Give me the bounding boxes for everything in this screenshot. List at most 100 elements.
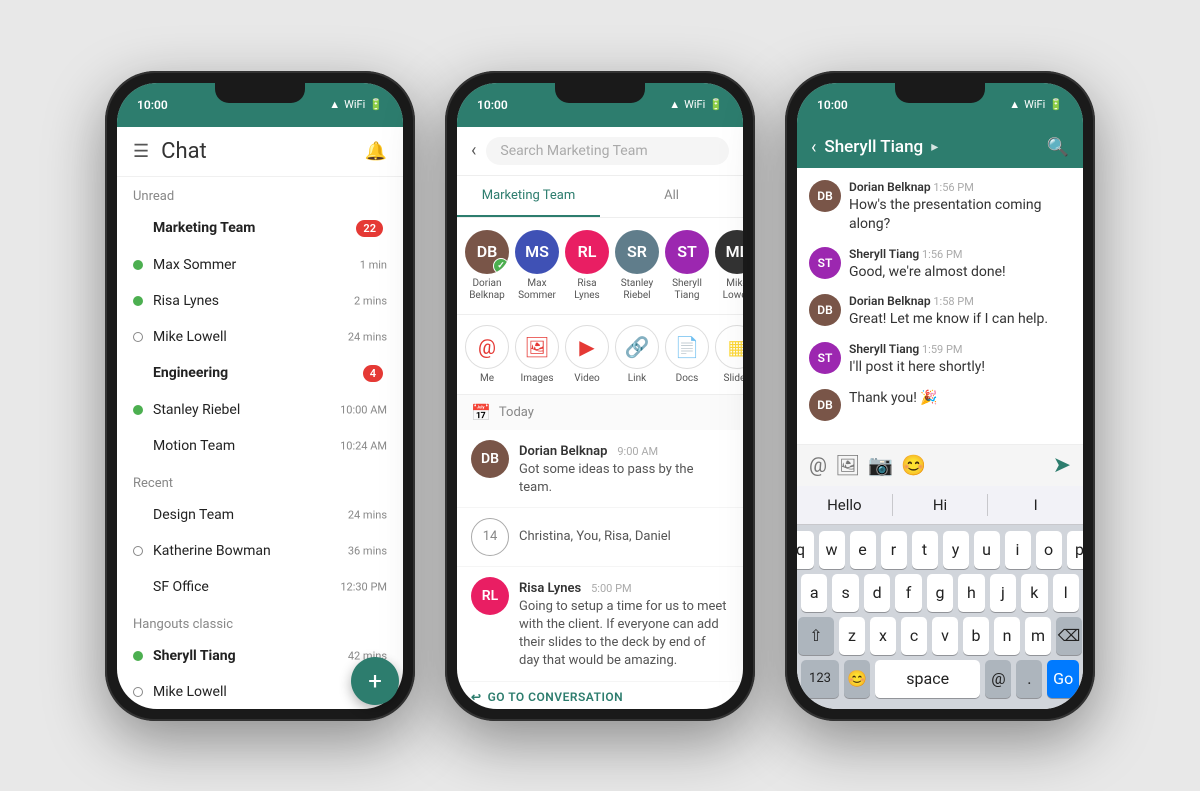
- list-item[interactable]: Max Sommer 1 min: [117, 247, 403, 283]
- back-icon[interactable]: ‹: [811, 137, 816, 158]
- key-k[interactable]: k: [1021, 574, 1047, 612]
- delete-key[interactable]: ⌫: [1056, 617, 1082, 655]
- avatar-item[interactable]: ML MikeLowell: [715, 230, 743, 302]
- filter-link[interactable]: 🔗 Link: [615, 325, 659, 384]
- message-sender: Dorian Belknap: [849, 294, 931, 308]
- go-key[interactable]: Go: [1047, 660, 1079, 698]
- filter-circle: 📄: [665, 325, 709, 369]
- list-item[interactable]: Engineering 4: [117, 355, 403, 392]
- phone-2-screen: 10:00 ▲WiFi🔋 ‹ Search Marketing Team Mar…: [457, 83, 743, 709]
- key-q[interactable]: q: [797, 531, 814, 569]
- key-v[interactable]: v: [932, 617, 958, 655]
- message-sender: Sheryll Tiang: [849, 247, 919, 261]
- key-u[interactable]: u: [974, 531, 1000, 569]
- filter-images[interactable]: 🖼 Images: [515, 325, 559, 384]
- key-s[interactable]: s: [832, 574, 858, 612]
- shift-key[interactable]: ⇧: [798, 617, 834, 655]
- message-time: 1:58 PM: [933, 295, 973, 308]
- key-t[interactable]: t: [912, 531, 938, 569]
- tab-marketing-team[interactable]: Marketing Team: [457, 176, 600, 217]
- search-result-item[interactable]: DB Dorian Belknap 9:00 AM Got some ideas…: [457, 430, 743, 508]
- list-item[interactable]: Mike Lowell 24 mins: [117, 319, 403, 355]
- chat-message: DB Dorian Belknap 1:58 PM Great! Let me …: [809, 294, 1071, 330]
- key-row-4: 123 😊 space @ . Go: [801, 660, 1079, 698]
- avatar-row: DB ✓ DorianBelknap MS MaxSommer RL RisaL…: [457, 218, 743, 315]
- image-icon[interactable]: 🖼: [835, 453, 860, 477]
- avatar-name: MaxSommer: [518, 278, 556, 302]
- back-icon[interactable]: ‹: [471, 140, 476, 161]
- key-c[interactable]: c: [901, 617, 927, 655]
- list-item[interactable]: SF Office 12:30 PM: [117, 569, 403, 605]
- space-key[interactable]: space: [875, 660, 980, 698]
- key-m[interactable]: m: [1025, 617, 1051, 655]
- message-text: Thank you! 🎉: [849, 389, 938, 409]
- key-r[interactable]: r: [881, 531, 907, 569]
- chat-list: Unread Marketing Team 22 Max Sommer 1: [117, 177, 403, 709]
- key-a[interactable]: a: [801, 574, 827, 612]
- page-title: Chat: [161, 139, 207, 164]
- send-button[interactable]: ➤: [1053, 453, 1071, 478]
- result-time: 9:00 AM: [617, 445, 658, 458]
- key-g[interactable]: g: [927, 574, 953, 612]
- filter-me[interactable]: @ Me: [465, 325, 509, 384]
- reaction-icon[interactable]: 😊: [901, 453, 926, 477]
- key-l[interactable]: l: [1053, 574, 1079, 612]
- avatar-name: RisaLynes: [574, 278, 599, 302]
- list-item[interactable]: Stanley Riebel 10:00 AM: [117, 392, 403, 428]
- search-input[interactable]: Search Marketing Team: [486, 137, 729, 165]
- new-chat-fab[interactable]: +: [351, 657, 399, 705]
- notification-bell-icon[interactable]: 🔔: [365, 141, 387, 162]
- key-b[interactable]: b: [963, 617, 989, 655]
- list-item[interactable]: Marketing Team 22: [117, 210, 403, 247]
- avatar-item[interactable]: SR StanleyRiebel: [615, 230, 659, 302]
- phones-container: 10:00 ▲ WiFi 🔋 ☰ Chat 🔔 Unread: [105, 71, 1095, 721]
- filter-circle: ▶: [565, 325, 609, 369]
- key-n[interactable]: n: [994, 617, 1020, 655]
- filter-video[interactable]: ▶ Video: [565, 325, 609, 384]
- avatar-circle: ST: [665, 230, 709, 274]
- hamburger-icon[interactable]: ☰: [133, 141, 149, 162]
- unread-badge: 22: [356, 220, 383, 237]
- period-key[interactable]: .: [1016, 660, 1042, 698]
- list-item[interactable]: Design Team 24 mins: [117, 497, 403, 533]
- go-to-conversation-button[interactable]: ↩ GO TO CONVERSATION: [457, 682, 743, 709]
- key-j[interactable]: j: [990, 574, 1016, 612]
- key-x[interactable]: x: [870, 617, 896, 655]
- key-w[interactable]: w: [819, 531, 845, 569]
- key-y[interactable]: y: [943, 531, 969, 569]
- chat-time: 10:24 AM: [340, 439, 387, 452]
- keyboard: Hello Hi I q w e r t y u i o p: [797, 486, 1083, 709]
- filter-icons-row: @ Me 🖼 Images ▶ Video 🔗 Link 📄 Docs: [457, 315, 743, 395]
- avatar-item[interactable]: RL RisaLynes: [565, 230, 609, 302]
- filter-circle: ▦: [715, 325, 743, 369]
- camera-icon[interactable]: 📷: [868, 453, 893, 477]
- avatar-item[interactable]: ST SheryllTiang: [665, 230, 709, 302]
- search-icon[interactable]: 🔍: [1047, 137, 1069, 158]
- filter-slides[interactable]: ▦ Slides: [715, 325, 743, 384]
- key-d[interactable]: d: [864, 574, 890, 612]
- at-key[interactable]: @: [985, 660, 1011, 698]
- key-f[interactable]: f: [895, 574, 921, 612]
- key-o[interactable]: o: [1036, 531, 1062, 569]
- emoji-key[interactable]: 😊: [844, 660, 870, 698]
- list-item[interactable]: Motion Team 10:24 AM: [117, 428, 403, 464]
- list-item[interactable]: Risa Lynes 2 mins: [117, 283, 403, 319]
- result-sender: Risa Lynes: [519, 581, 581, 596]
- suggestion-hello[interactable]: Hello: [797, 494, 893, 516]
- mention-icon[interactable]: @: [809, 453, 827, 477]
- filter-docs[interactable]: 📄 Docs: [665, 325, 709, 384]
- key-z[interactable]: z: [839, 617, 865, 655]
- suggestion-i[interactable]: I: [988, 494, 1083, 516]
- tab-all[interactable]: All: [600, 176, 743, 217]
- suggestion-hi[interactable]: Hi: [893, 494, 989, 516]
- avatar-item[interactable]: MS MaxSommer: [515, 230, 559, 302]
- key-h[interactable]: h: [958, 574, 984, 612]
- key-p[interactable]: p: [1067, 531, 1084, 569]
- avatar-item[interactable]: DB ✓ DorianBelknap: [465, 230, 509, 302]
- key-e[interactable]: e: [850, 531, 876, 569]
- key-i[interactable]: i: [1005, 531, 1031, 569]
- message-text: How's the presentation coming along?: [849, 196, 1071, 235]
- list-item[interactable]: Katherine Bowman 36 mins: [117, 533, 403, 569]
- search-result-item[interactable]: RL Risa Lynes 5:00 PM Going to setup a t…: [457, 567, 743, 682]
- numbers-key[interactable]: 123: [801, 660, 839, 698]
